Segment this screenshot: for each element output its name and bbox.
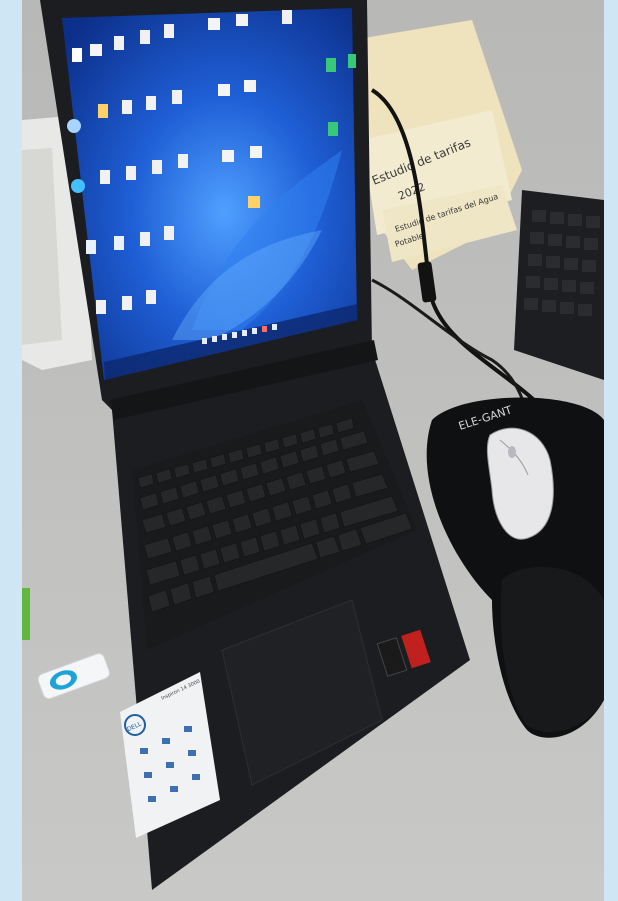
file-icon[interactable] — [96, 300, 106, 314]
file-icon[interactable] — [328, 122, 338, 136]
file-icon[interactable] — [152, 160, 162, 174]
file-icon[interactable] — [114, 236, 124, 250]
folder-icon[interactable] — [250, 146, 262, 158]
file-icon[interactable] — [282, 10, 292, 24]
file-icon[interactable] — [164, 226, 174, 240]
folder-icon[interactable] — [208, 18, 220, 30]
file-icon[interactable] — [98, 104, 108, 118]
recycle-bin-icon[interactable] — [67, 119, 81, 133]
file-icon[interactable] — [164, 24, 174, 38]
file-icon[interactable] — [140, 232, 150, 246]
edge-icon[interactable] — [71, 179, 85, 193]
folder-icon[interactable] — [248, 196, 260, 208]
file-icon[interactable] — [122, 296, 132, 310]
desktop-icon[interactable] — [72, 48, 82, 62]
file-icon[interactable] — [178, 154, 188, 168]
file-icon[interactable] — [348, 54, 356, 68]
folder-icon[interactable] — [244, 80, 256, 92]
folder-icon[interactable] — [218, 84, 230, 96]
file-icon[interactable] — [86, 240, 96, 254]
file-icon[interactable] — [146, 96, 156, 110]
file-icon[interactable] — [326, 58, 336, 72]
folder-icon[interactable] — [236, 14, 248, 26]
green-object — [22, 588, 30, 640]
folder-icon[interactable] — [222, 150, 234, 162]
mouse-wheel — [508, 446, 516, 458]
file-icon[interactable] — [172, 90, 182, 104]
file-icon[interactable] — [114, 36, 124, 50]
file-icon[interactable] — [146, 290, 156, 304]
file-icon[interactable] — [126, 166, 136, 180]
file-icon[interactable] — [100, 170, 110, 184]
folder-icon[interactable] — [90, 44, 102, 56]
file-icon[interactable] — [140, 30, 150, 44]
desk-photo: Estudio de tarifas 2022 Estudio de tarif… — [22, 0, 604, 901]
photo-frame: Estudio de tarifas 2022 Estudio de tarif… — [0, 0, 618, 901]
file-icon[interactable] — [122, 100, 132, 114]
